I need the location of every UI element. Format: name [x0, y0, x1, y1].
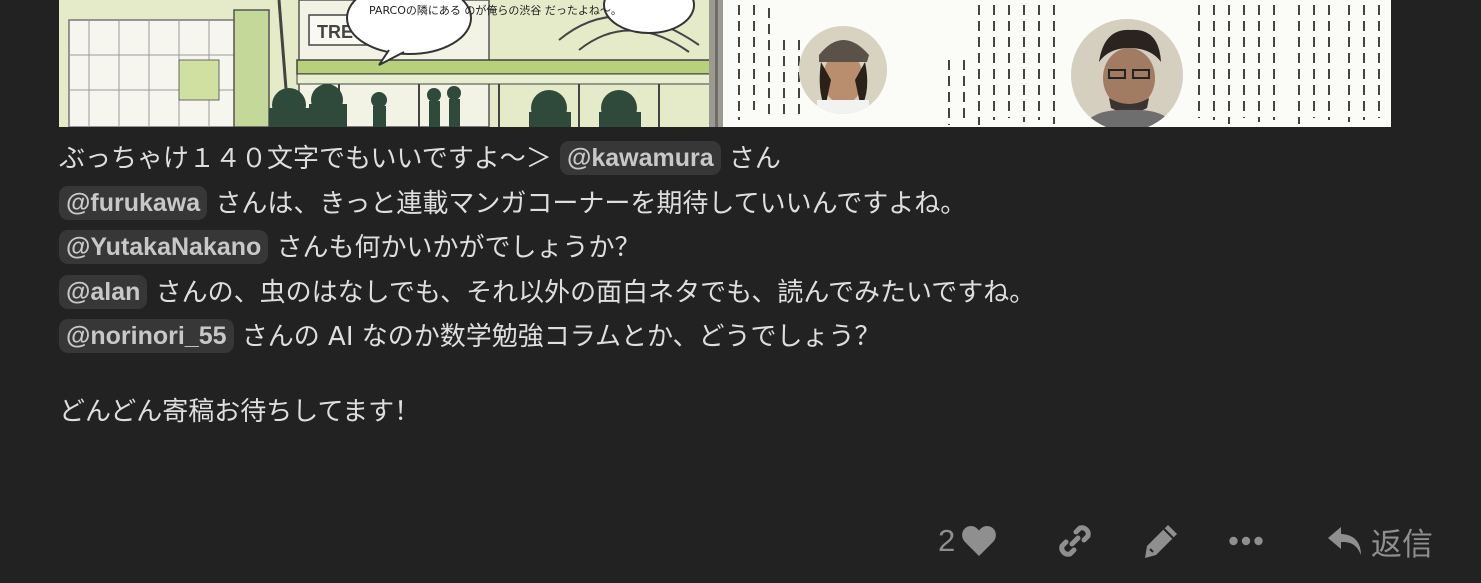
body-line-5: @norinori_55 さんの AI なのか数学勉強コラムとか、どうでしょう？ — [59, 315, 1439, 360]
body-text: さんの、虫のはなしでも、それ以外の面白ネタでも、読んでみたいですね。 — [147, 277, 1036, 308]
edit-button[interactable] — [1142, 515, 1180, 567]
mention-norinori-55[interactable]: @norinori_55 — [59, 319, 234, 353]
pencil-icon — [1145, 525, 1177, 558]
mention-furukawa[interactable]: @furukawa — [59, 185, 208, 220]
body-line-2: @furukawa さんは、きっと連載マンガコーナーを期待していいんですよね。 — [59, 182, 1439, 227]
body-text: さん — [720, 144, 781, 174]
post-body: ぶっちゃけ１４０文字でもいいですよ〜＞ @kawamura さん @furuka… — [59, 137, 1439, 434]
body-line-4: @alan さんの、虫のはなしでも、それ以外の面白ネタでも、読んでみたいですね。 — [59, 271, 1439, 316]
body-line-1: ぶっちゃけ１４０文字でもいいですよ〜＞ @kawamura さん — [59, 137, 1439, 182]
post-image[interactable]: TRE PARCOの隣にある のが俺らの渋谷 だったよね〜。 — [59, 0, 1391, 127]
body-text: ぶっちゃけ１４０文字でもいいですよ〜＞ — [59, 144, 560, 174]
closing-line: どんどん寄稿お待ちしてます！ — [59, 396, 421, 427]
body-text: さんの AI なのか数学勉強コラムとか、どうでしょう？ — [233, 322, 881, 352]
body-text: さんも何かいかがでしょうか？ — [268, 233, 641, 263]
reply-label: 返信 — [1371, 526, 1433, 563]
more-button[interactable] — [1229, 515, 1263, 567]
link-icon — [1059, 525, 1091, 557]
manga-spread-image: TRE PARCOの隣にある のが俺らの渋谷 だったよね〜。 — [59, 0, 1391, 127]
bubble-text: PARCOの隣にある のが俺らの渋谷 だったよね〜。 — [369, 3, 622, 17]
heart-icon — [962, 526, 997, 556]
reply-icon — [1328, 527, 1361, 555]
reply-button[interactable]: 返信 — [1327, 515, 1433, 567]
like-button[interactable]: 2 — [938, 515, 997, 567]
ellipsis-icon — [1229, 536, 1263, 546]
mention-alan[interactable]: @alan — [59, 274, 148, 309]
mention-yutakanakano[interactable]: @YutakaNakano — [59, 230, 269, 264]
copy-link-button[interactable] — [1057, 515, 1093, 567]
post-actions: 2 返信 — [0, 515, 1481, 567]
body-text: さんは、きっと連載マンガコーナーを期待していいんですよね。 — [207, 188, 967, 219]
mention-kawamura[interactable]: @kawamura — [559, 141, 721, 175]
body-line-3: @YutakaNakano さんも何かいかがでしょうか？ — [59, 226, 1439, 271]
like-count: 2 — [938, 523, 956, 558]
post: TRE PARCOの隣にある のが俺らの渋谷 だったよね〜。 ぶっちゃけ１４０文… — [0, 0, 1481, 583]
